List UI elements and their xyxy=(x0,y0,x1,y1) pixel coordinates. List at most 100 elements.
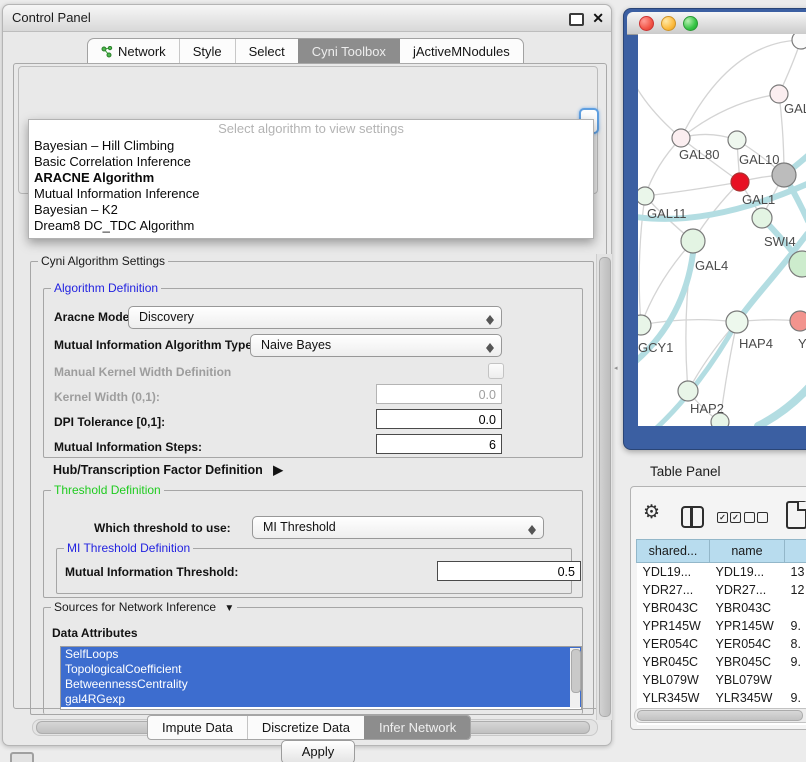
cell[interactable]: 9. xyxy=(785,617,806,635)
table-row[interactable]: YBR045CYBR045C9. xyxy=(637,653,806,671)
manual-kernel-width-checkbox[interactable] xyxy=(488,363,504,379)
column-header[interactable]: shared... xyxy=(637,540,710,563)
scrollbar-thumb[interactable] xyxy=(599,257,611,717)
cell[interactable]: YER054C xyxy=(637,635,710,653)
new-table-icon[interactable] xyxy=(786,501,806,529)
cell[interactable]: 13 xyxy=(785,563,806,582)
table-row[interactable]: YLR345WYLR345W9. xyxy=(637,689,806,707)
column-header[interactable]: name xyxy=(710,540,785,563)
cell[interactable]: YBL079W xyxy=(710,671,785,689)
cell[interactable]: 8. xyxy=(785,635,806,653)
which-threshold-combobox[interactable]: MI Threshold xyxy=(252,516,544,539)
cell[interactable] xyxy=(785,599,806,617)
cell[interactable]: 9. xyxy=(785,689,806,707)
columns-icon[interactable] xyxy=(681,506,704,528)
table-horizontal-scrollbar[interactable] xyxy=(634,708,806,723)
mi-steps-field[interactable]: 6 xyxy=(376,434,502,454)
close-traffic-light[interactable] xyxy=(639,16,654,31)
select-all-checkbox-icon[interactable]: ✓ xyxy=(730,512,741,523)
node-gal11[interactable] xyxy=(638,187,654,205)
dropdown-item[interactable]: Bayesian – Hill Climbing xyxy=(29,138,593,154)
control-panel-titlebar[interactable]: Control Panel ✕ xyxy=(3,5,611,32)
dropdown-item[interactable]: Mutual Information Inference xyxy=(29,186,593,202)
cell[interactable]: YBR043C xyxy=(637,599,710,617)
gear-icon[interactable]: ⚙ xyxy=(643,502,660,524)
column-header[interactable]: A xyxy=(785,540,806,563)
tab-network[interactable]: Network xyxy=(88,39,179,64)
tab-impute-data[interactable]: Impute Data xyxy=(148,716,247,739)
zoom-traffic-light[interactable] xyxy=(683,16,698,31)
node-gal4[interactable] xyxy=(681,229,705,253)
cell[interactable]: YBL079W xyxy=(637,671,710,689)
node-gal1-selected[interactable] xyxy=(731,173,749,191)
cell[interactable]: YLR345W xyxy=(637,689,710,707)
cell[interactable]: 9. xyxy=(785,653,806,671)
dropdown-item[interactable]: Basic Correlation Inference xyxy=(29,154,593,170)
tab-select[interactable]: Select xyxy=(235,39,298,64)
tab-jactivemnodules[interactable]: jActiveMNodules xyxy=(399,39,523,64)
scrollbar-thumb[interactable] xyxy=(637,710,803,721)
list-scrollbar[interactable] xyxy=(570,648,580,708)
dropdown-item[interactable]: Dream8 DC_TDC Algorithm xyxy=(29,218,593,234)
deselect-checkbox-icon[interactable] xyxy=(744,512,755,523)
tab-cyni-toolbox[interactable]: Cyni Toolbox xyxy=(298,39,399,64)
cell[interactable]: YPR145W xyxy=(710,617,785,635)
table-row[interactable]: YDL19...YDL19...13 xyxy=(637,563,806,582)
deselect-checkbox-icon[interactable] xyxy=(757,512,768,523)
mi-threshold-field[interactable]: 0.5 xyxy=(437,561,581,581)
cell[interactable]: 12 xyxy=(785,581,806,599)
cell[interactable]: YBR043C xyxy=(710,599,785,617)
list-item-selected[interactable]: gal4RGexp xyxy=(61,692,581,707)
dpi-tolerance-field[interactable]: 0.0 xyxy=(376,409,502,429)
cell[interactable]: YBR045C xyxy=(710,653,785,671)
network-nodes[interactable] xyxy=(638,34,806,426)
apply-button[interactable]: Apply xyxy=(281,740,355,762)
cell[interactable]: YER054C xyxy=(710,635,785,653)
splitter-grip-icon[interactable]: ◂ xyxy=(614,365,619,373)
node[interactable] xyxy=(792,34,806,49)
aracne-mode-combobox[interactable]: Discovery xyxy=(128,306,502,329)
tab-style[interactable]: Style xyxy=(179,39,235,64)
dropdown-item[interactable]: Bayesian – K2 xyxy=(29,202,593,218)
list-item-selected[interactable]: TopologicalCoefficient xyxy=(61,662,581,677)
mi-algorithm-type-combobox[interactable]: Naive Bayes xyxy=(250,334,502,357)
kernel-width-field[interactable]: 0.0 xyxy=(376,384,502,404)
docked-panel-icon[interactable] xyxy=(10,752,34,762)
cell[interactable]: YDL19... xyxy=(710,563,785,582)
table-row[interactable]: YBR043CYBR043C xyxy=(637,599,806,617)
table-row[interactable]: YPR145WYPR145W9. xyxy=(637,617,806,635)
tab-discretize-data[interactable]: Discretize Data xyxy=(247,716,364,739)
data-attributes-list[interactable]: SelfLoops TopologicalCoefficient Between… xyxy=(60,646,582,710)
cell[interactable]: YPR145W xyxy=(637,617,710,635)
float-window-icon[interactable] xyxy=(569,13,584,26)
cell[interactable]: YLR345W xyxy=(710,689,785,707)
cell[interactable]: YDL19... xyxy=(637,563,710,582)
close-icon[interactable]: ✕ xyxy=(592,9,604,27)
cell[interactable]: YBR045C xyxy=(637,653,710,671)
panel-splitter[interactable] xyxy=(611,0,623,762)
node-hap4[interactable] xyxy=(726,311,748,333)
cell[interactable] xyxy=(785,671,806,689)
cell[interactable]: YDR27... xyxy=(710,581,785,599)
dropdown-item-selected[interactable]: ARACNE Algorithm xyxy=(29,170,593,186)
node-gcy1[interactable] xyxy=(638,315,651,335)
network-canvas[interactable]: GAL GAL80 GAL10 GAL1 GAL11 SWI4 GAL4 HAP… xyxy=(638,34,806,426)
tab-infer-network[interactable]: Infer Network xyxy=(364,716,470,739)
list-item-selected[interactable]: BetweennessCentrality xyxy=(61,677,581,692)
network-window-titlebar[interactable] xyxy=(627,12,806,35)
node-gal10[interactable] xyxy=(728,131,746,149)
node-hap2[interactable] xyxy=(678,381,698,401)
cell[interactable]: YDR27... xyxy=(637,581,710,599)
scrollbar-thumb[interactable] xyxy=(571,649,581,693)
table-row[interactable]: YDR27...YDR27...12 xyxy=(637,581,806,599)
table-row[interactable]: YBL079WYBL079W xyxy=(637,671,806,689)
hub-definition-toggle[interactable]: Hub/Transcription Factor Definition ▶ xyxy=(53,462,283,477)
node-salmon[interactable] xyxy=(790,311,806,331)
table-row[interactable]: YER054CYER054C8. xyxy=(637,635,806,653)
minimize-traffic-light[interactable] xyxy=(661,16,676,31)
settings-vertical-scrollbar[interactable] xyxy=(596,254,612,720)
list-item-selected[interactable]: SelfLoops xyxy=(61,647,581,662)
node-gal80[interactable] xyxy=(672,129,690,147)
select-all-checkbox-icon[interactable]: ✓ xyxy=(717,512,728,523)
node-swi4[interactable] xyxy=(752,208,772,228)
